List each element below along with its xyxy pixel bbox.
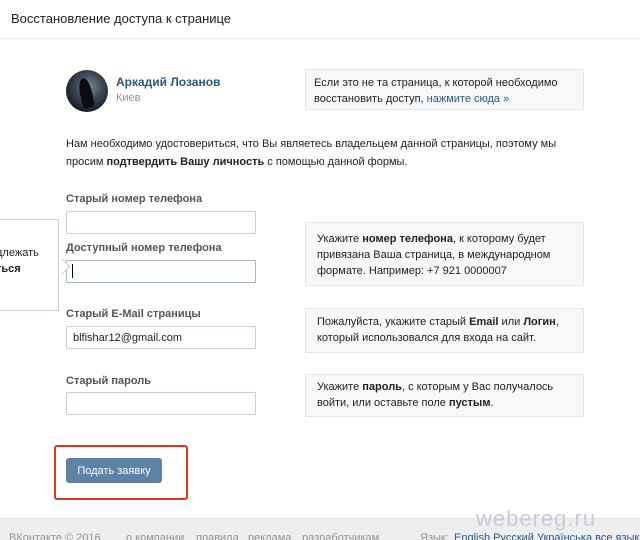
phone-hint-bold: номер телефона xyxy=(362,233,453,245)
old-email-label: Старый E-Mail страницы xyxy=(66,308,201,320)
user-city: Киев xyxy=(116,92,141,104)
old-phone-input[interactable] xyxy=(66,211,256,234)
email-hint-part1: Пожалуйста, укажите старый xyxy=(317,316,467,328)
old-password-label: Старый пароль xyxy=(66,375,152,387)
password-hint-bold1: пароль xyxy=(362,381,402,393)
intro-bold: подтвердить Вашу личность xyxy=(106,156,265,168)
new-phone-input[interactable] xyxy=(66,260,256,283)
footer-copyright: ВКонтакте © 2016 xyxy=(9,532,101,540)
submit-request-button[interactable]: Подать заявку xyxy=(66,458,162,483)
footer-link-ads[interactable]: реклама xyxy=(248,532,291,540)
text-caret xyxy=(72,264,73,278)
footer: ВКонтакте © 2016 о компании правила рекл… xyxy=(0,532,640,540)
old-password-input[interactable] xyxy=(66,392,256,415)
user-name-link[interactable]: Аркадий Лозанов xyxy=(116,75,220,89)
restore-access-card: Восстановление доступа к странице Аркади… xyxy=(0,0,640,519)
side-popover: длежать ться xyxy=(0,219,59,311)
password-hint-end: . xyxy=(490,397,494,409)
wrong-page-link[interactable]: нажмите сюда » xyxy=(427,93,510,105)
popover-line2: ться xyxy=(0,263,21,275)
email-hint-mid: или xyxy=(501,316,521,328)
footer-language-label: Язык: xyxy=(420,532,449,540)
password-hint-part1: Укажите xyxy=(317,381,360,393)
phone-hint-part1: Укажите xyxy=(317,233,360,245)
email-hint-bold1: Email xyxy=(469,316,499,328)
old-email-input[interactable] xyxy=(66,326,256,349)
wrong-page-hint: Если это не та страница, к которой необх… xyxy=(305,69,584,110)
page-title: Восстановление доступа к странице xyxy=(11,11,232,26)
email-hint: Пожалуйста, укажите старый Email или Лог… xyxy=(305,308,584,353)
old-phone-label: Старый номер телефона xyxy=(66,193,203,205)
phone-hint: Укажите номер телефона, к которому будет… xyxy=(305,222,584,286)
footer-link-about[interactable]: о компании xyxy=(126,532,184,540)
page-header: Восстановление доступа к странице xyxy=(0,0,640,39)
password-hint-bold2: пустым xyxy=(448,397,491,409)
password-hint: Укажите пароль, с которым у Вас получало… xyxy=(305,374,584,417)
popover-line1: длежать xyxy=(0,247,39,259)
footer-link-rules[interactable]: правила xyxy=(196,532,239,540)
new-phone-label: Доступный номер телефона xyxy=(66,242,222,254)
intro-part2: с помощью данной формы. xyxy=(267,156,408,168)
intro-text: Нам необходимо удостовериться, что Вы яв… xyxy=(66,135,586,171)
avatar[interactable] xyxy=(66,70,108,112)
footer-languages[interactable]: English Русский Українська все языки » xyxy=(454,532,640,540)
email-hint-bold2: Логин xyxy=(523,316,556,328)
footer-link-developers[interactable]: разработчикам xyxy=(302,532,379,540)
watermark: webereg.ru xyxy=(476,506,597,531)
